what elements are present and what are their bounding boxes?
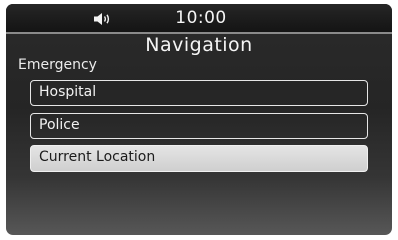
- menu-item-current-location[interactable]: Current Location: [30, 145, 368, 172]
- page-title: Navigation: [145, 34, 253, 56]
- navigation-screen: 10:00 Navigation Emergency Hospital Poli…: [6, 4, 392, 235]
- status-bar: 10:00: [6, 4, 392, 34]
- volume-icon: [93, 11, 113, 25]
- menu-item-police[interactable]: Police: [30, 113, 368, 139]
- clock: 10:00: [175, 8, 227, 28]
- menu-item-hospital[interactable]: Hospital: [30, 80, 368, 106]
- section-label-emergency: Emergency: [18, 57, 97, 73]
